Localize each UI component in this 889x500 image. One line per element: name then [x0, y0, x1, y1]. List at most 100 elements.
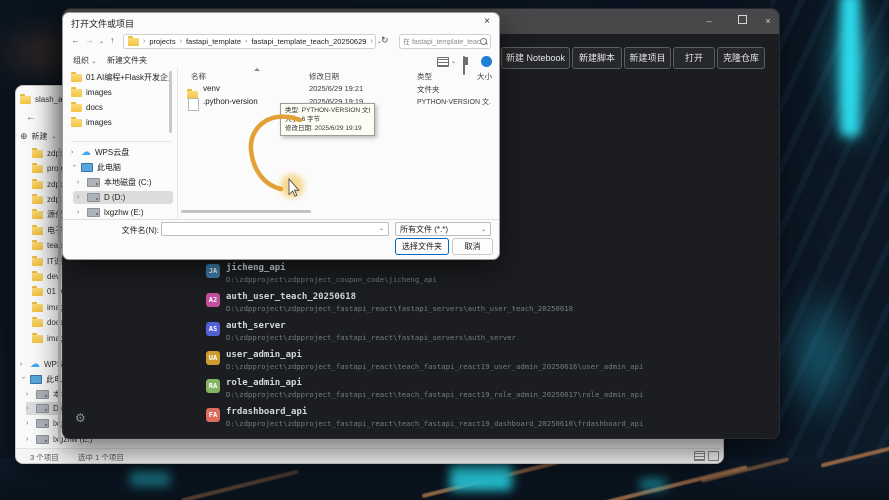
sidebar-label: lxgzhw (E:)	[104, 208, 144, 217]
folder-icon	[32, 301, 43, 312]
search-input[interactable]: 在 fastapi_template_teac...	[399, 34, 491, 49]
minimize-icon[interactable]: –	[696, 13, 722, 29]
breadcrumb-segment[interactable]: fastapi_template_teach_20250629	[251, 37, 366, 46]
file-row[interactable]: venv 2025/6/29 19:21 文件夹	[181, 84, 493, 99]
new-notebook-button[interactable]: 新建 Notebook	[501, 47, 570, 69]
back-icon[interactable]: ←	[71, 35, 80, 45]
organize-button[interactable]: 组织 ⌄	[73, 55, 96, 66]
preview-pane-icon[interactable]	[463, 56, 465, 75]
search-placeholder: 在 fastapi_template_teac...	[403, 38, 480, 46]
icons-view-icon[interactable]	[708, 451, 719, 461]
project-row[interactable]: RA role_admin_api D:\zdpproject\zdpproje…	[206, 378, 766, 402]
chevron-down-icon[interactable]: ⌄	[99, 38, 104, 45]
column-header-size[interactable]: 大小	[477, 71, 492, 82]
chevron-separator-icon: ›	[143, 38, 146, 45]
plus-circle-icon: ⊕	[20, 131, 28, 141]
filetype-value: 所有文件 (*.*)	[400, 224, 448, 234]
wallpaper-bottom-band	[0, 444, 889, 500]
new-script-button[interactable]: 新建脚本	[572, 47, 622, 69]
sidebar-label: 本地磁盘 (C:)	[104, 178, 152, 187]
clone-repo-button[interactable]: 克隆仓库	[717, 47, 765, 69]
filetype-select[interactable]: 所有文件 (*.*) ⌄	[395, 222, 491, 236]
scrollbar[interactable]	[169, 71, 172, 133]
folder-icon	[71, 116, 82, 127]
new-button[interactable]: ⊕ 新建 ⌄	[20, 130, 57, 143]
divider	[71, 141, 171, 142]
folder-icon	[32, 224, 43, 235]
horizontal-scrollbar[interactable]	[181, 210, 311, 213]
sidebar-item-this-pc[interactable]: › 此电脑	[67, 161, 175, 174]
sidebar-item-drive-d-selected[interactable]: › D (D:)	[73, 191, 173, 204]
project-row[interactable]: AS auth_server D:\zdpproject\zdpproject_…	[206, 321, 766, 345]
settings-gear-icon[interactable]: ⚙	[75, 411, 86, 425]
folder-icon	[20, 93, 31, 104]
project-row[interactable]: A2 auth_user_teach_20250618 D:\zdpprojec…	[206, 292, 766, 316]
address-bar[interactable]: › projects › fastapi_template › fastapi_…	[123, 34, 382, 49]
up-icon[interactable]: ↑	[110, 35, 115, 45]
folder-icon	[32, 239, 43, 250]
breadcrumb-segment[interactable]: fastapi_template	[186, 37, 241, 46]
chevron-down-icon: ⌄	[480, 226, 486, 233]
explorer-status-bar: 3 个项目 选中 1 个项目	[16, 448, 721, 463]
project-row[interactable]: JA jicheng_api D:\zdpproject\zdpproject_…	[206, 263, 766, 287]
explorer-tab[interactable]: slash_ad	[20, 93, 65, 106]
select-folder-button[interactable]: 选择文件夹	[395, 238, 449, 255]
cloud-icon: ☁	[30, 358, 40, 370]
project-row[interactable]: UA user_admin_api D:\zdpproject\zdpproje…	[206, 350, 766, 374]
project-avatar: AS	[206, 322, 220, 336]
chevron-down-icon[interactable]: ⌄	[379, 225, 384, 232]
sidebar-item-drive-c[interactable]: › 本地磁盘 (C:)	[73, 176, 181, 189]
help-info-icon[interactable]	[481, 56, 492, 67]
view-mode-icon[interactable]	[437, 57, 449, 67]
drive-icon	[36, 419, 49, 428]
folder-icon	[71, 86, 82, 97]
wallpaper-light	[640, 478, 666, 490]
project-name: auth_user_teach_20250618	[226, 292, 357, 302]
open-button[interactable]: 打开	[673, 47, 715, 69]
close-icon[interactable]: ×	[479, 15, 495, 29]
divider	[177, 67, 178, 219]
new-button-label: 新建	[31, 132, 48, 141]
forward-icon[interactable]: →	[85, 35, 94, 45]
chevron-right-icon: ›	[26, 420, 29, 427]
close-icon[interactable]: ×	[755, 13, 781, 29]
computer-icon	[30, 375, 42, 384]
refresh-icon[interactable]: ↻	[381, 35, 389, 46]
column-header-name[interactable]: 名称	[191, 71, 206, 82]
project-row[interactable]: FA frdashboard_api D:\zdpproject\zdpproj…	[206, 407, 766, 431]
new-folder-button[interactable]: 新建文件夹	[107, 55, 147, 66]
chevron-down-icon[interactable]: ⌄	[451, 58, 456, 65]
back-icon[interactable]: ←	[26, 112, 36, 123]
breadcrumb-segment[interactable]: projects	[149, 37, 175, 46]
column-header-date[interactable]: 修改日期	[309, 71, 339, 82]
project-avatar: RA	[206, 379, 220, 393]
file-name: .python-version	[203, 97, 258, 106]
new-project-button[interactable]: 新建项目	[624, 47, 671, 69]
sidebar-label: D (D:)	[104, 193, 126, 202]
column-header-type[interactable]: 类型	[417, 71, 432, 82]
chevron-right-icon: ›	[71, 149, 74, 156]
project-name: jicheng_api	[226, 263, 286, 273]
folder-icon	[32, 332, 43, 343]
filename-input[interactable]	[161, 222, 389, 236]
tooltip-line: 类型: PYTHON-VERSION 文件	[285, 107, 370, 114]
chevron-right-icon: ›	[77, 194, 80, 201]
chevron-down-icon: ⌄	[51, 134, 57, 140]
cancel-button[interactable]: 取消	[452, 238, 493, 255]
sidebar-quick-item[interactable]: 01 AI编程+Flask开发企业官网	[67, 71, 175, 84]
sidebar-quick-item[interactable]: images	[67, 116, 175, 129]
maximize-icon[interactable]	[729, 13, 755, 29]
scrollbar[interactable]	[58, 148, 61, 443]
list-view-icon[interactable]	[694, 451, 705, 461]
sidebar-item-wps-cloud[interactable]: › ☁ WPS云盘	[67, 146, 175, 159]
sidebar-quick-item[interactable]: docs	[67, 101, 175, 114]
sidebar-item-drive-e[interactable]: › lxgzhw (E:)	[73, 206, 181, 219]
sidebar-quick-item[interactable]: images	[67, 86, 175, 99]
project-avatar: FA	[206, 408, 220, 422]
selected-count: 选中 1 个项目	[78, 453, 124, 462]
computer-icon	[81, 163, 93, 172]
wallpaper-glow	[775, 280, 865, 430]
folder-icon	[32, 193, 43, 204]
project-path: D:\zdpproject\zdpproject_fastapi_react\t…	[226, 419, 644, 428]
tooltip-line: 修改日期: 2025/6/29 19:19	[285, 125, 362, 132]
